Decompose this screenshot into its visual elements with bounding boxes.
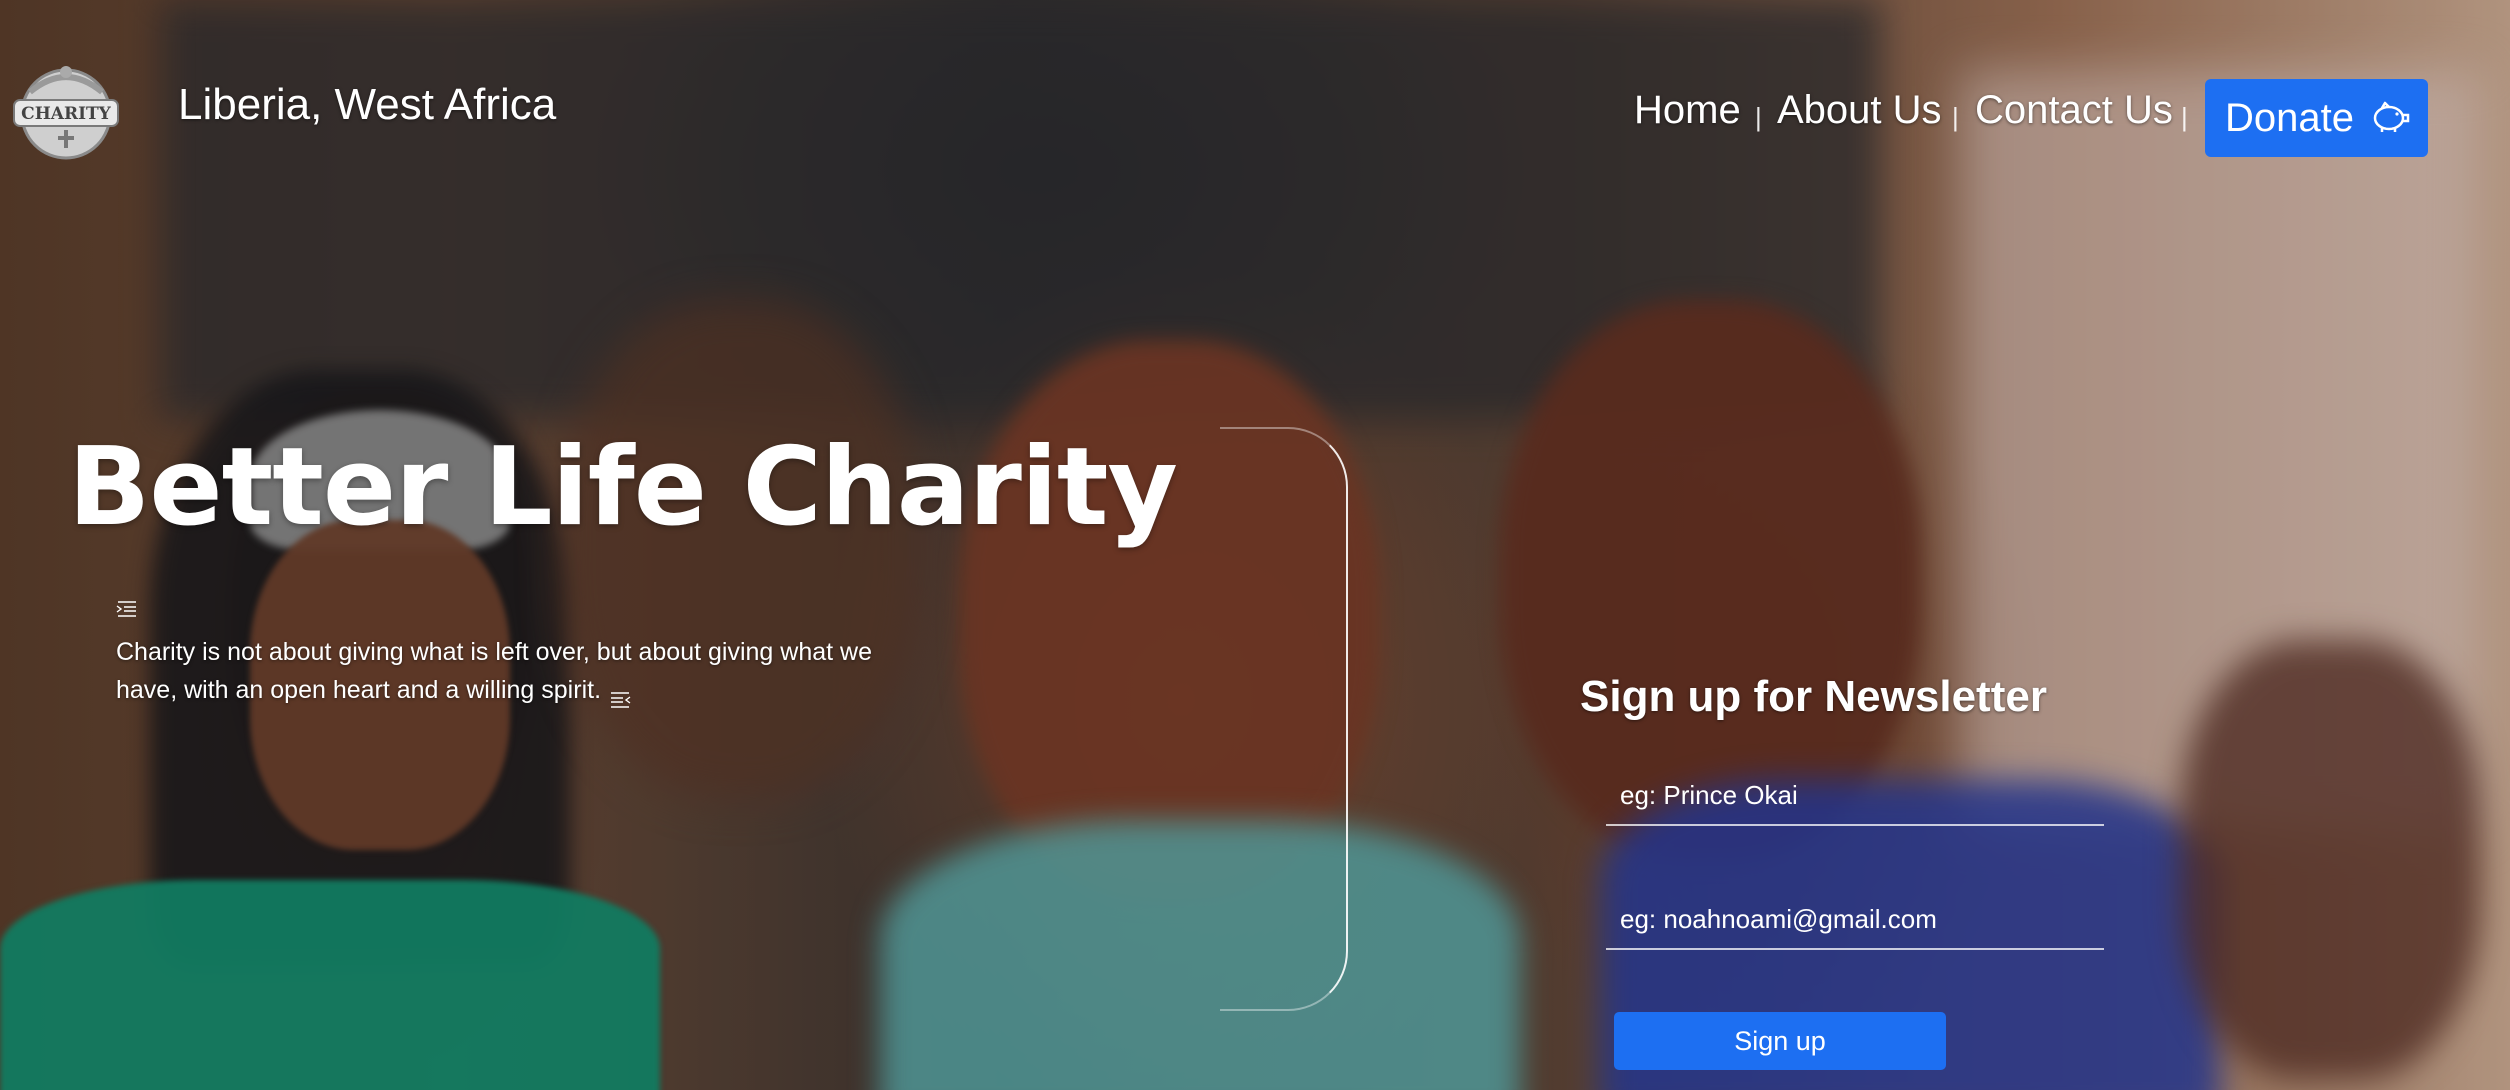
hero-quote-text: Charity is not about giving what is left… (116, 638, 872, 704)
hero-title: Better Life Charity (68, 425, 1178, 550)
nav-about-us[interactable]: About Us (1777, 88, 1942, 133)
donate-label: Donate (2225, 95, 2354, 140)
text-outdent-icon (609, 682, 631, 709)
text-indent-icon (116, 600, 138, 618)
hero-quote: Charity is not about giving what is left… (116, 633, 896, 709)
newsletter-title: Sign up for Newsletter (1580, 672, 2047, 721)
decorative-frame (1220, 427, 1348, 1011)
signup-button[interactable]: Sign up (1614, 1012, 1946, 1070)
piggy-bank-icon (2370, 99, 2410, 135)
nav-separator: | (2181, 102, 2188, 132)
logo-text: CHARITY (21, 104, 112, 124)
nav-home[interactable]: Home (1634, 88, 1741, 133)
donate-button[interactable]: Donate (2205, 79, 2428, 157)
nav-separator: | (1755, 102, 1762, 132)
email-input[interactable] (1606, 890, 2104, 950)
site-location: Liberia, West Africa (178, 80, 557, 129)
newsletter-form: Sign up for Newsletter Sign up (1580, 672, 2140, 1070)
nav-contact-us[interactable]: Contact Us (1975, 88, 2173, 133)
charity-logo[interactable]: CHARITY (10, 52, 122, 164)
name-input[interactable] (1606, 766, 2104, 826)
nav-separator: | (1952, 102, 1959, 132)
